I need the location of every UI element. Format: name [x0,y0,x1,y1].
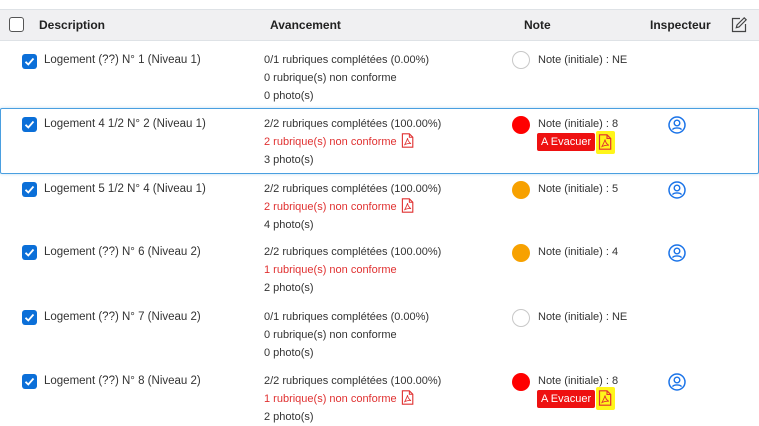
inspector-user-icon[interactable] [668,373,686,391]
note-status-dot [512,181,530,199]
row-description: Logement (??) N° 8 (Niveau 2) [44,375,201,387]
edit-icon[interactable] [730,16,748,34]
highlighted-pdf-button[interactable] [596,387,615,410]
progress-text: 0/1 rubriques complétées (0.00%) [264,54,430,66]
row-avancement: 2/2 rubriques complétées (100.00%) 1 rub… [264,243,441,297]
note-text: Note (initiale) : 4 [538,246,619,258]
row-description: Logement (??) N° 1 (Niveau 1) [44,54,201,66]
pdf-icon[interactable] [401,133,414,148]
row-checkbox[interactable] [22,310,37,325]
photos-text: 2 photo(s) [264,282,314,294]
inspector-user-icon[interactable] [668,181,686,199]
row-description: Logement 4 1/2 N° 2 (Niveau 1) [44,118,206,130]
row-checkbox[interactable] [22,374,37,389]
note-status-dot [512,244,530,262]
evacuate-badge: A Evacuer [537,390,596,408]
inspector-user-icon[interactable] [668,116,686,134]
progress-text: 2/2 rubriques complétées (100.00%) [264,246,442,258]
inspector-user-icon[interactable] [668,244,686,262]
header-note[interactable]: Note [524,10,551,40]
photos-text: 3 photo(s) [264,154,314,166]
note-text: Note (initiale) : 5 [538,183,619,195]
nonconform-text: 2 rubrique(s) non conforme [264,136,397,148]
select-all-checkbox[interactable] [9,17,24,32]
progress-text: 2/2 rubriques complétées (100.00%) [264,118,442,130]
table-row[interactable]: Logement (??) N° 7 (Niveau 2) 0/1 rubriq… [0,304,759,364]
note-text: Note (initiale) : NE [538,54,628,66]
nonconform-text: 0 rubrique(s) non conforme [264,72,397,84]
pdf-icon[interactable] [598,134,612,150]
nonconform-text: 1 rubrique(s) non conforme [264,264,397,276]
nonconform-text: 1 rubrique(s) non conforme [264,393,397,405]
note-text: Note (initiale) : NE [538,311,628,323]
row-avancement: 2/2 rubriques complétées (100.00%) 2 rub… [264,180,441,234]
note-status-dot [512,309,530,327]
progress-text: 0/1 rubriques complétées (0.00%) [264,311,430,323]
table-header: Description Avancement Note Inspecteur [0,9,759,41]
photos-text: 0 photo(s) [264,347,314,359]
note-status-dot [512,373,530,391]
photos-text: 0 photo(s) [264,90,314,102]
table-row[interactable]: Logement (??) N° 1 (Niveau 1) 0/1 rubriq… [0,47,759,107]
table-row[interactable]: Logement 4 1/2 N° 2 (Niveau 1) 2/2 rubri… [0,108,759,174]
note-text: Note (initiale) : 8 [538,375,619,387]
row-checkbox[interactable] [22,54,37,69]
evacuate-badge: A Evacuer [537,133,596,151]
row-avancement: 0/1 rubriques complétées (0.00%) 0 rubri… [264,51,429,105]
nonconform-text: 2 rubrique(s) non conforme [264,201,397,213]
row-checkbox[interactable] [22,245,37,260]
row-description: Logement (??) N° 7 (Niveau 2) [44,311,201,323]
row-description: Logement 5 1/2 N° 4 (Niveau 1) [44,183,206,195]
nonconform-text: 0 rubrique(s) non conforme [264,329,397,341]
highlighted-pdf-button[interactable] [596,131,615,154]
pdf-icon[interactable] [401,390,414,405]
table-row[interactable]: Logement (??) N° 8 (Niveau 2) 2/2 rubriq… [0,368,759,423]
progress-text: 2/2 rubriques complétées (100.00%) [264,375,442,387]
row-checkbox[interactable] [22,182,37,197]
table-row[interactable]: Logement 5 1/2 N° 4 (Niveau 1) 2/2 rubri… [0,176,759,236]
header-avancement[interactable]: Avancement [270,10,341,40]
header-inspecteur[interactable]: Inspecteur [650,10,711,40]
note-text: Note (initiale) : 8 [538,118,619,130]
row-avancement: 2/2 rubriques complétées (100.00%) 1 rub… [264,372,441,426]
photos-text: 4 photo(s) [264,219,314,231]
pdf-icon[interactable] [401,198,414,213]
photos-text: 2 photo(s) [264,411,314,423]
row-description: Logement (??) N° 6 (Niveau 2) [44,246,201,258]
table-row[interactable]: Logement (??) N° 6 (Niveau 2) 2/2 rubriq… [0,240,759,300]
row-avancement: 2/2 rubriques complétées (100.00%) 2 rub… [264,115,441,169]
row-avancement: 0/1 rubriques complétées (0.00%) 0 rubri… [264,308,429,362]
pdf-icon[interactable] [598,390,612,406]
note-status-dot [512,116,530,134]
note-status-dot [512,51,530,69]
progress-text: 2/2 rubriques complétées (100.00%) [264,183,442,195]
row-checkbox[interactable] [22,117,37,132]
header-description[interactable]: Description [39,10,105,40]
